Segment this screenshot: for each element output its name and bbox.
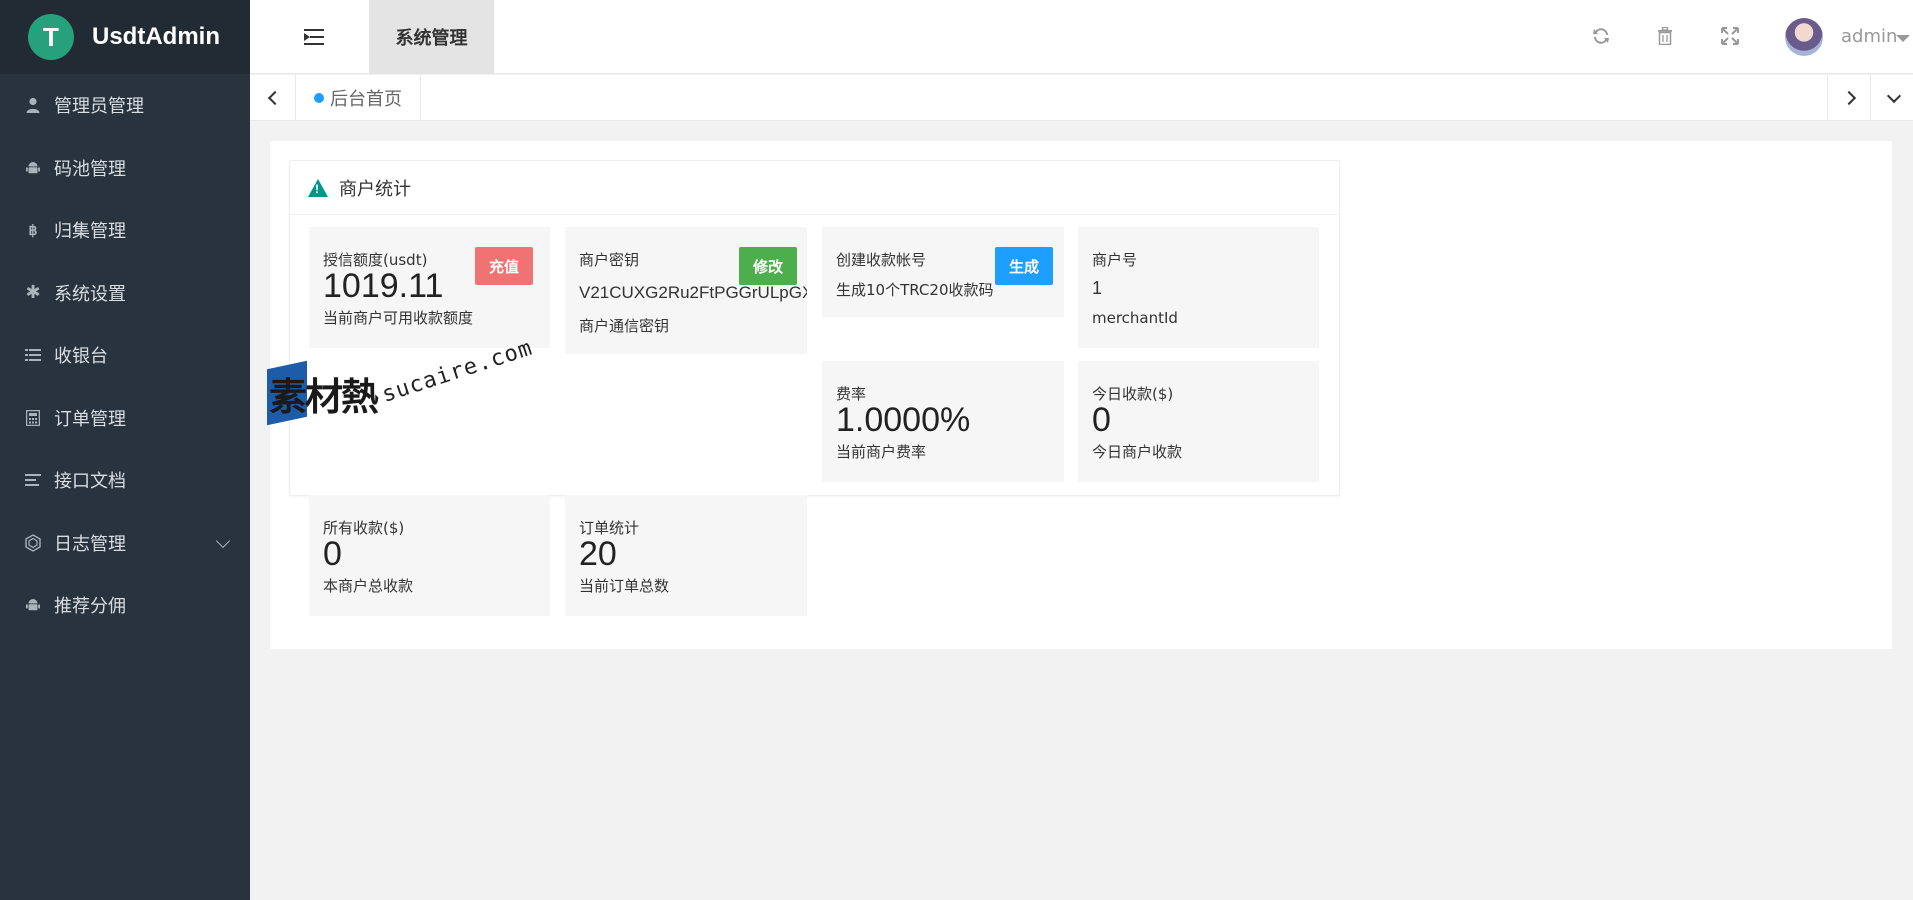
- chevron-left-icon: [267, 90, 282, 106]
- stat-desc: merchantId: [1092, 309, 1178, 327]
- sidebar-item-label: 日志管理: [54, 533, 126, 555]
- stat-card-rate: 费率 1.0000% 当前商户费率: [822, 361, 1064, 482]
- sidebar-item-label: 系统设置: [54, 283, 126, 305]
- stat-desc: 商户通信密钥: [579, 317, 670, 335]
- tab-home[interactable]: 后台首页: [296, 75, 421, 121]
- sidebar-item-label: 接口文档: [54, 471, 126, 493]
- sidebar-item-label: 管理员管理: [54, 96, 144, 118]
- module-tab-system[interactable]: 系统管理: [369, 0, 494, 74]
- stat-desc: 当前商户可用收款额度: [323, 309, 474, 327]
- stat-card-today: 今日收款($) 0 今日商户收款: [1078, 361, 1319, 482]
- stat-value: V21CUXG2Ru2FtPGGrULpGXS: [579, 283, 807, 302]
- globe-icon: [24, 533, 42, 552]
- align-left-icon: [24, 471, 42, 489]
- stat-card-credit: 授信额度(usdt) 1019.11 当前商户可用收款额度 充值: [309, 227, 550, 348]
- sidebar-menu: 管理员管理 码池管理 ฿ 归集管理 ✱ 系统设置 收银台 订单管理 接口文档 日…: [0, 74, 250, 637]
- chevron-right-icon: [1841, 90, 1856, 106]
- stat-card-total: 所有收款($) 0 本商户总收款: [309, 495, 550, 616]
- stat-desc: 今日商户收款: [1092, 443, 1183, 461]
- sidebar-item-referral[interactable]: 推荐分佣: [0, 574, 250, 637]
- sidebar-item-cashier[interactable]: 收银台: [0, 324, 250, 387]
- sidebar-item-label: 归集管理: [54, 221, 126, 243]
- sidebar-item-code-pool[interactable]: 码池管理: [0, 137, 250, 200]
- stat-card-secret: 商户密钥 V21CUXG2Ru2FtPGGrULpGXS 商户通信密钥 修改: [565, 227, 807, 354]
- android-icon: [24, 159, 42, 177]
- sidebar-item-logs[interactable]: 日志管理: [0, 512, 250, 575]
- stat-card-orders: 订单统计 20 当前订单总数: [565, 495, 807, 616]
- stat-desc: 当前商户费率: [836, 443, 927, 461]
- stat-desc: 生成10个TRC20收款码: [836, 281, 994, 299]
- edit-secret-button[interactable]: 修改: [739, 247, 798, 285]
- tether-logo-icon: T: [28, 14, 74, 60]
- app-logo[interactable]: T UsdtAdmin: [0, 0, 250, 74]
- avatar[interactable]: [1785, 18, 1823, 56]
- sidebar-item-label: 推荐分佣: [54, 596, 126, 618]
- stat-desc: 本商户总收款: [323, 577, 414, 595]
- stat-title: 商户密钥: [579, 251, 640, 269]
- sidebar-item-admin[interactable]: 管理员管理: [0, 74, 250, 137]
- stat-value: 0: [323, 535, 342, 573]
- stat-value: 0: [1092, 401, 1111, 439]
- list-icon: [24, 346, 42, 364]
- recharge-button[interactable]: 充值: [475, 247, 534, 285]
- calculator-icon: [24, 409, 42, 427]
- stat-title: 商户号: [1092, 251, 1138, 269]
- stat-value: 1019.11: [323, 267, 444, 305]
- stat-card-create-account: 创建收款帐号 生成10个TRC20收款码 生成: [822, 227, 1064, 317]
- tab-scroll-right-button[interactable]: [1827, 75, 1873, 121]
- bitcoin-icon: ฿: [28, 221, 38, 238]
- user-name[interactable]: admin: [1841, 26, 1897, 47]
- page-tabbar: 后台首页: [250, 75, 1913, 121]
- fullscreen-icon[interactable]: [1719, 25, 1741, 47]
- warning-icon: [308, 178, 328, 197]
- sidebar-item-label: 订单管理: [54, 408, 126, 430]
- android-icon: [24, 596, 42, 614]
- stat-title: 创建收款帐号: [836, 251, 927, 269]
- tab-scroll-left-button[interactable]: [250, 75, 296, 121]
- active-dot: [314, 93, 324, 103]
- user-icon: [24, 96, 42, 114]
- stat-value: 1: [1092, 278, 1103, 298]
- stat-desc: 当前订单总数: [579, 577, 670, 595]
- chevron-down-icon: [215, 533, 231, 548]
- stat-value: 1.0000%: [836, 401, 971, 439]
- sidebar-item-label: 收银台: [54, 346, 108, 368]
- chevron-down-icon: [1886, 88, 1901, 103]
- sidebar-item-settings[interactable]: ✱ 系统设置: [0, 262, 250, 325]
- generate-button[interactable]: 生成: [995, 247, 1054, 285]
- tab-label: 后台首页: [330, 89, 402, 110]
- sidebar-item-orders[interactable]: 订单管理: [0, 387, 250, 450]
- watermark-cjk: 素材熱: [269, 374, 379, 419]
- menu-toggle-icon[interactable]: [304, 28, 324, 46]
- tab-options-button[interactable]: [1870, 75, 1913, 121]
- trash-icon[interactable]: [1654, 25, 1676, 47]
- sidebar-item-collection[interactable]: ฿ 归集管理: [0, 199, 250, 262]
- watermark: 素材熱 sucaire.com: [267, 336, 536, 432]
- app-title: UsdtAdmin: [92, 23, 220, 50]
- sidebar-item-api-docs[interactable]: 接口文档: [0, 449, 250, 512]
- panel-header: 商户统计: [290, 161, 1339, 215]
- stat-value: 20: [579, 535, 617, 573]
- sidebar-item-label: 码池管理: [54, 158, 126, 180]
- top-header: 系统管理 admin: [250, 0, 1913, 74]
- caret-down-icon[interactable]: [1896, 35, 1910, 42]
- sidebar: T UsdtAdmin 管理员管理 码池管理 ฿ 归集管理 ✱ 系统设置 收银台…: [0, 0, 250, 900]
- panel-title: 商户统计: [339, 178, 411, 200]
- refresh-icon[interactable]: [1590, 25, 1612, 47]
- stat-card-merchant-id: 商户号 1 merchantId: [1078, 227, 1319, 348]
- gear-icon: ✱: [25, 282, 41, 304]
